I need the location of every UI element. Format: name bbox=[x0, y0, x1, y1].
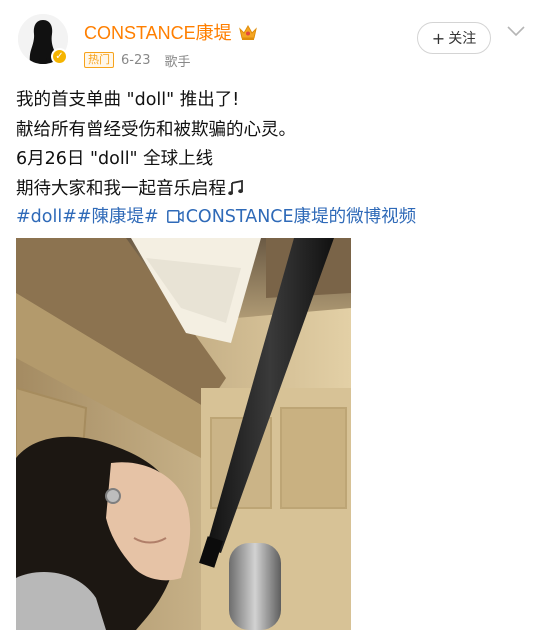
tags-line: #doll##陳康堤# CONSTANCE康堤的微博视频 bbox=[16, 203, 416, 232]
hashtag-doll[interactable]: #doll# bbox=[16, 207, 77, 227]
post-text: 我的首支单曲 "doll" 推出了! 献给所有曾经受伤和被欺骗的心灵。 6月26… bbox=[16, 86, 526, 204]
post-date: 6-23 bbox=[121, 52, 151, 68]
music-note-icon bbox=[228, 179, 243, 195]
hashtag-constance[interactable]: #陳康堤# bbox=[77, 207, 159, 227]
post-line: 6月26日 "doll" 全球上线 bbox=[16, 149, 214, 169]
chevron-down-icon[interactable] bbox=[505, 24, 527, 38]
video-link[interactable]: CONSTANCE康堤的微博视频 bbox=[186, 207, 416, 227]
plus-icon: + bbox=[431, 28, 446, 48]
verified-badge-icon: ✓ bbox=[51, 48, 68, 65]
user-category: 歌手 bbox=[164, 54, 191, 70]
post-line: 我的首支单曲 "doll" 推出了! bbox=[16, 90, 240, 110]
post-line: 期待大家和我一起音乐启程 bbox=[16, 175, 526, 205]
hot-tag: 热门 bbox=[84, 52, 114, 68]
follow-button[interactable]: + 关注 bbox=[417, 22, 491, 54]
crown-icon bbox=[238, 24, 257, 40]
video-icon bbox=[166, 210, 184, 223]
post-line: 献给所有曾经受伤和被欺骗的心灵。 bbox=[16, 119, 296, 140]
follow-label: 关注 bbox=[448, 31, 477, 47]
post-line-text: 期待大家和我一起音乐启程 bbox=[16, 178, 226, 199]
username[interactable]: CONSTANCE康堤 bbox=[84, 19, 232, 45]
video-thumbnail[interactable] bbox=[16, 238, 351, 630]
